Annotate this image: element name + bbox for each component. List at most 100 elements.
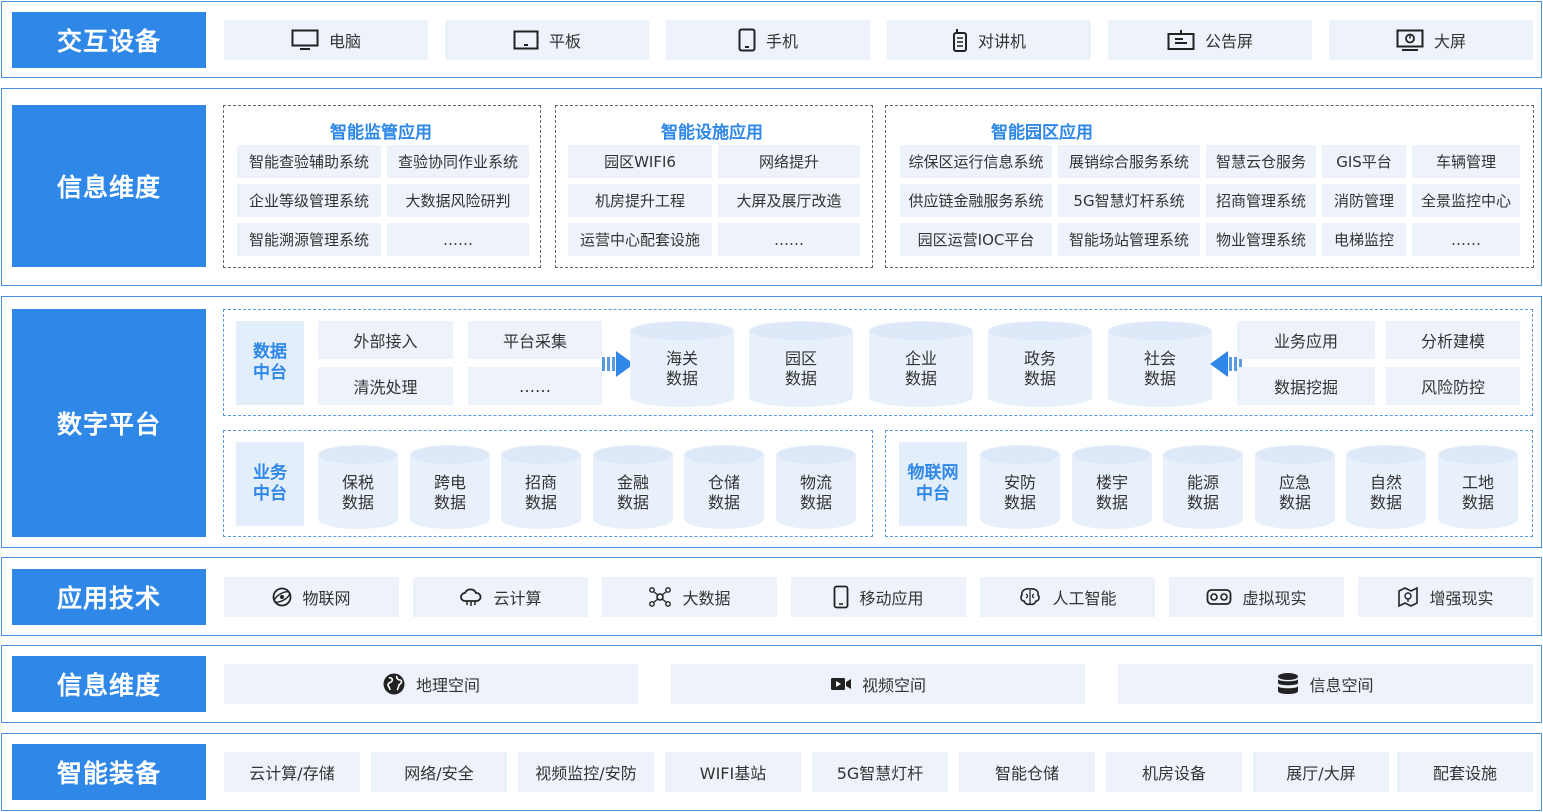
device-label: 手机 [765,32,798,51]
row-label: 智能装备 [12,744,206,800]
data-input-item: 清洗处理 [318,367,453,405]
tech-ai: 人工智能 [980,577,1155,617]
equipment-item: 配套设施 [1397,752,1533,792]
app-item: …… [1412,223,1520,256]
tag-line: 数据 [253,342,287,362]
app-item: 查验协同作业系统 [387,145,529,178]
app-item: 机房提升工程 [568,184,712,217]
mobile-app-icon [833,585,849,609]
device-phone: 手机 [666,20,870,60]
tag-line: 中台 [253,363,287,383]
cyl-line: 物流 [799,473,832,492]
row-label: 信息维度 [12,105,206,267]
group-title: 智能设施应用 [661,123,763,143]
app-item: 车辆管理 [1412,145,1520,178]
cyl-line: 数据 [665,369,698,388]
cylinder-government-data: 政务 数据 [988,321,1092,407]
device-label: 大屏 [1433,32,1466,51]
cylinder-enterprise-data: 企业 数据 [869,321,973,407]
row-smart-equipment: 智能装备 云计算/存储 网络/安全 视频监控/安防 WIFI基站 5G智慧灯杆 … [1,733,1542,811]
cylinder-security-data: 安防 数据 [980,445,1060,529]
row-digital-platform: 数字平台 数据 中台 外部接入 平台采集 清洗处理 …… 海关 数据 园区 数据 企业… [1,296,1542,548]
cyl-line: 社会 [1143,349,1176,368]
space-label: 地理空间 [415,676,480,695]
iot-globe-icon [272,587,292,607]
tech-label: 物联网 [302,589,351,608]
cylinder-building-data: 楼宇 数据 [1072,445,1152,529]
cyl-line: 安防 [1003,473,1036,492]
walkie-talkie-icon [952,28,968,52]
device-label: 对讲机 [977,32,1026,51]
cyl-line: 保税 [341,473,374,492]
cyl-line: 数据 [341,493,374,512]
cyl-line: 政务 [1023,349,1056,368]
data-output-item: 数据挖掘 [1237,367,1375,405]
tag-line: 业务 [253,463,287,483]
device-label: 公告屏 [1204,32,1253,51]
row-application-tech: 应用技术 物联网 云计算 大数据 移动应用 人工智能 虚拟现实 增强现实 [1,557,1542,636]
cylinder-warehouse-data: 仓储 数据 [684,445,764,529]
app-item: 展销综合服务系统 [1058,145,1200,178]
cyl-line: 数据 [433,493,466,512]
tech-label: 增强现实 [1429,589,1494,608]
tech-label: 虚拟现实 [1242,589,1307,608]
tech-label: 人工智能 [1052,589,1117,608]
cyl-line: 数据 [1369,493,1402,512]
cylinder-social-data: 社会 数据 [1108,321,1212,407]
group-title: 智能监管应用 [330,123,432,143]
cyl-line: 数据 [1461,493,1494,512]
cylinder-investment-data: 招商 数据 [501,445,581,529]
app-item: 物业管理系统 [1206,223,1316,256]
space-geo: 地理空间 [224,664,638,704]
data-output-item: 分析建模 [1386,321,1520,359]
cyl-line: 数据 [616,493,649,512]
cylinder-customs-data: 海关 数据 [630,321,734,407]
cyl-line: 数据 [1095,493,1128,512]
cyl-line: 招商 [524,473,557,492]
cyl-line: 应急 [1278,473,1311,492]
tag-line: 物联网 [907,463,959,483]
app-item: 企业等级管理系统 [237,184,381,217]
app-item: 消防管理 [1322,184,1406,217]
data-output-item: 业务应用 [1237,321,1375,359]
app-item: 智慧云仓服务 [1206,145,1316,178]
cyl-line: 能源 [1186,473,1219,492]
app-item: 5G智慧灯杆系统 [1058,184,1200,217]
app-item: 智能查验辅助系统 [237,145,381,178]
app-item: 供应链金融服务系统 [900,184,1052,217]
iot-center-tag: 物联网 中台 [899,442,967,526]
app-item: 综保区运行信息系统 [900,145,1052,178]
equipment-item: 5G智慧灯杆 [812,752,948,792]
app-item: 运营中心配套设施 [568,223,712,256]
cyl-line: 数据 [784,369,817,388]
device-tablet: 平板 [445,20,649,60]
space-info: 信息空间 [1118,664,1533,704]
cyl-line: 园区 [784,349,817,368]
cylinder-logistics-data: 物流 数据 [776,445,856,529]
tag-line: 中台 [916,484,950,504]
tech-iot: 物联网 [224,577,399,617]
cylinder-bonded-data: 保税 数据 [318,445,398,529]
device-label: 电脑 [328,32,361,51]
app-item: …… [718,223,860,256]
app-item: …… [387,223,529,256]
row-info-spaces: 信息维度 地理空间 视频空间 信息空间 [1,645,1542,723]
cyl-line: 数据 [707,493,740,512]
row-label: 数字平台 [12,309,206,537]
cyl-line: 数据 [1023,369,1056,388]
cylinder-park-data: 园区 数据 [749,321,853,407]
cyl-line: 仓储 [707,473,740,492]
row-info-applications: 信息维度 智能监管应用 智能查验辅助系统 查验协同作业系统 企业等级管理系统 大… [1,88,1542,286]
cylinder-crossborder-data: 跨电 数据 [410,445,490,529]
brain-icon [1018,586,1042,608]
data-input-item: 平台采集 [468,321,602,359]
row-label: 应用技术 [12,569,206,625]
video-camera-icon [830,676,852,692]
app-item: 园区WIFI6 [568,145,712,178]
business-center-tag: 业务 中台 [236,442,304,526]
app-item: 园区运营IOC平台 [900,223,1052,256]
network-nodes-icon [648,586,672,608]
app-item: 智能溯源管理系统 [237,223,381,256]
tech-label: 移动应用 [859,589,924,608]
data-input-item: …… [468,367,602,405]
